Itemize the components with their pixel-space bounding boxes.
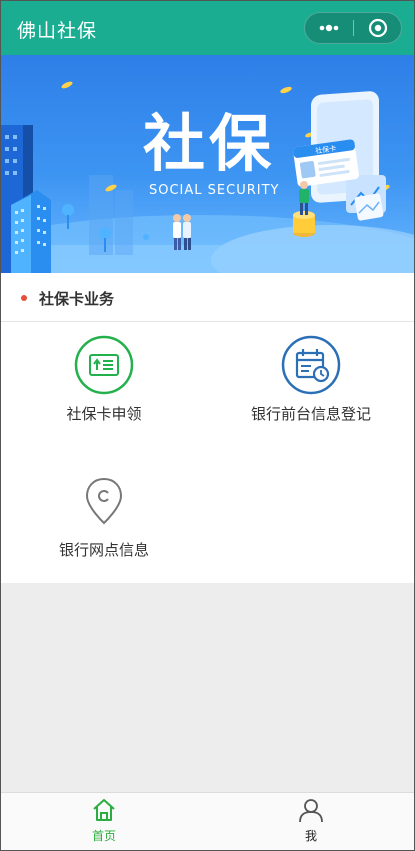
section-title: 社保卡业务 (39, 290, 115, 308)
tab-home[interactable]: 首页 (44, 797, 164, 844)
service-label-bank-outlets: 银行网点信息 (58, 541, 149, 559)
tab-me[interactable]: 我 (251, 797, 371, 844)
title-bar: 佛山社保 (1, 1, 414, 55)
app-frame: 佛山社保 社保卡 社保 SOCIAL SECURITY 社保卡业务 社保卡申领 … (0, 0, 415, 851)
home-icon (44, 797, 164, 827)
service-card-bank-outlets[interactable]: 银行网点信息 (4, 471, 204, 560)
section-header: 社保卡业务 (1, 273, 414, 322)
mini-program-close-icon[interactable] (354, 13, 402, 43)
section-dot (21, 295, 27, 301)
mini-program-capsule (304, 12, 402, 44)
service-card-apply[interactable]: 社保卡申领 (4, 335, 204, 424)
service-label-apply: 社保卡申领 (66, 405, 142, 423)
banner-title: 社保 (143, 107, 276, 180)
location-pin-icon (74, 471, 134, 531)
app-title: 佛山社保 (17, 20, 98, 42)
service-card-bank-register[interactable]: 银行前台信息登记 (211, 335, 411, 424)
banner: 社保卡 社保 SOCIAL SECURITY (1, 55, 414, 273)
bottom-tab-bar: 首页 我 (1, 792, 414, 850)
user-icon (251, 797, 371, 827)
calendar-clock-icon (281, 335, 341, 395)
card-upload-icon (74, 335, 134, 395)
tab-home-label: 首页 (91, 829, 116, 843)
more-dots-icon[interactable] (305, 13, 353, 43)
services-panel: 社保卡业务 社保卡申领 银行前台信息登记 银行网点信息 (1, 273, 414, 583)
tab-me-label: 我 (304, 829, 317, 843)
service-label-bank-register: 银行前台信息登记 (250, 405, 371, 423)
banner-subtitle: SOCIAL SECURITY (149, 183, 280, 198)
